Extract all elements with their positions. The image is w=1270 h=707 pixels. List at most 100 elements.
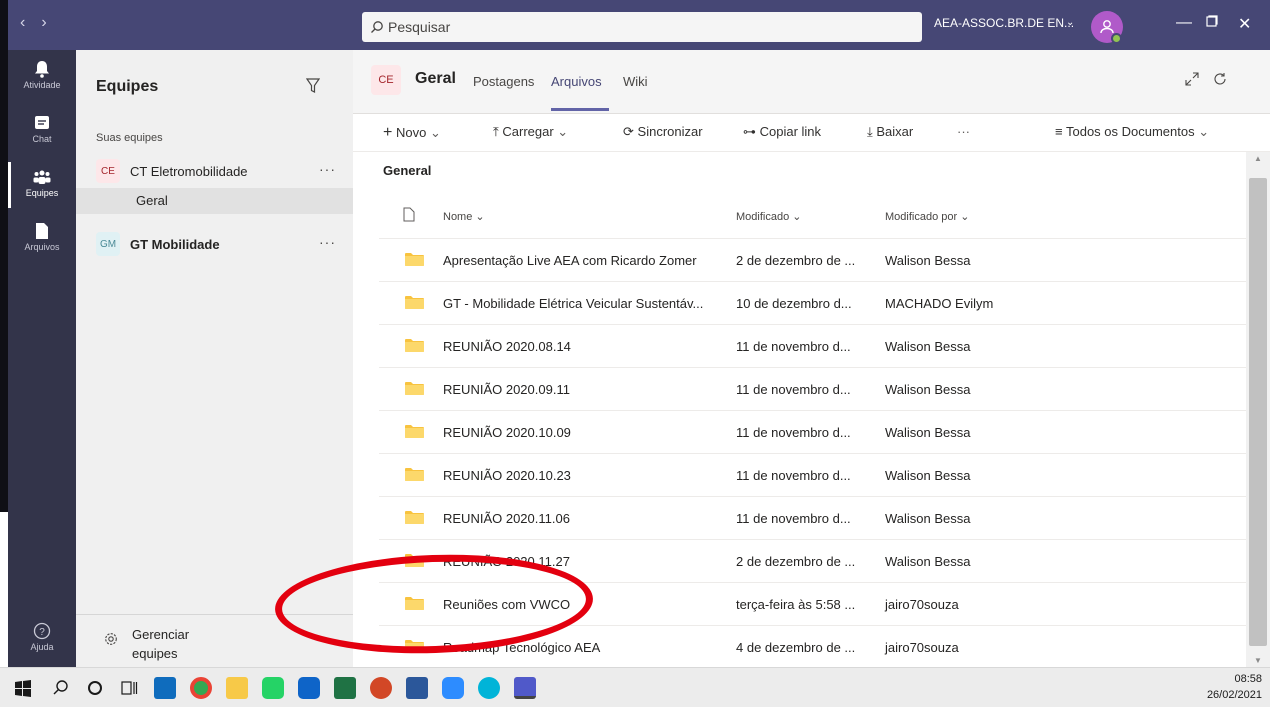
file-modified: 2 de dezembro de ... [736, 253, 856, 268]
file-name[interactable]: REUNIÃO 2020.10.09 [443, 425, 571, 440]
team-item-gt-mobilidade[interactable]: GM GT Mobilidade ··· [96, 230, 353, 258]
table-row[interactable]: REUNIÃO 2020.09.11 11 de novembro d... Wal… [379, 367, 1246, 410]
file-modified: 11 de novembro d... [736, 468, 851, 483]
chevron-down-icon[interactable]: ⌄ [1066, 17, 1074, 28]
file-modified: 4 de dezembro de ... [736, 640, 856, 655]
more-options-icon[interactable]: ··· [319, 234, 336, 250]
appbar-activity[interactable]: Atividade [8, 60, 76, 90]
table-row[interactable]: Reuniões com VWCO terça-feira às 5:58 ...… [379, 582, 1246, 625]
file-name[interactable]: GT - Mobilidade Elétrica Veicular Susten… [443, 296, 703, 311]
teamviewer-icon[interactable] [298, 677, 320, 699]
appbar-help[interactable]: ? Ajuda [8, 622, 76, 652]
breadcrumb[interactable]: General [383, 163, 431, 178]
outlook-icon[interactable] [154, 677, 176, 699]
sync-button[interactable]: ⟳ Sincronizar [623, 124, 703, 140]
copy-link-button[interactable]: ⊶ Copiar link [743, 124, 821, 140]
table-row[interactable]: Roadmap Tecnológico AEA 4 de dezembro de … [379, 625, 1246, 667]
cortana-icon[interactable] [84, 677, 106, 699]
file-name[interactable]: REUNIÃO 2020.11.27 [443, 554, 570, 569]
more-options-icon[interactable]: ··· [319, 161, 336, 177]
whatsapp-icon[interactable] [262, 677, 284, 699]
file-modified-by: Walison Bessa [885, 253, 971, 268]
chrome-icon[interactable] [190, 677, 212, 699]
upload-button[interactable]: ⤒ Carregar ⌄ [493, 124, 568, 140]
table-row[interactable]: REUNIÃO 2020.10.09 11 de novembro d... Wal… [379, 410, 1246, 453]
table-row[interactable]: REUNIÃO 2020.11.27 2 de dezembro de ... Wa… [379, 539, 1246, 582]
search-icon[interactable] [50, 677, 72, 699]
appbar-chat[interactable]: Chat [8, 114, 76, 144]
file-name[interactable]: REUNIÃO 2020.09.11 [443, 382, 570, 397]
teams-taskbar-icon[interactable] [514, 677, 536, 699]
scroll-up-icon[interactable]: ▲ [1254, 154, 1262, 163]
file-name[interactable]: REUNIÃO 2020.08.14 [443, 339, 571, 354]
download-icon: ⤓ [867, 124, 873, 139]
team-name: CT Eletromobilidade [130, 163, 248, 179]
table-row[interactable]: Apresentação Live AEA com Ricardo Zomer 2… [379, 238, 1246, 281]
folder-icon [405, 640, 424, 653]
file-name[interactable]: Reuniões com VWCO [443, 597, 570, 612]
command-bar: + Novo ⌄ ⤒ Carregar ⌄ ⟳ Sincronizar ⊶ Co… [353, 114, 1270, 152]
browser-icon[interactable] [478, 677, 500, 699]
table-row[interactable]: GT - Mobilidade Elétrica Veicular Susten… [379, 281, 1246, 324]
view-label: Todos os Documentos [1065, 124, 1195, 139]
file-modified-by: MACHADO Evilym [885, 296, 994, 311]
powerpoint-icon[interactable] [370, 677, 392, 699]
windows-start-icon[interactable] [12, 677, 34, 699]
history-nav[interactable]: ‹› [20, 14, 63, 32]
manage-teams-button[interactable]: Gerenciar equipes [76, 614, 353, 661]
tenant-switcher[interactable]: AEA-ASSOC.BR.DE EN... [934, 16, 1074, 30]
minimize-icon[interactable]: — [1176, 14, 1192, 32]
scrollbar[interactable]: ▲ ▼ [1246, 152, 1270, 667]
active-tab-indicator [551, 108, 609, 111]
word-icon[interactable] [406, 677, 428, 699]
file-modified-by: jairo70souza [885, 597, 959, 612]
maximize-icon[interactable] [1206, 14, 1218, 32]
file-name[interactable]: REUNIÃO 2020.11.06 [443, 511, 570, 526]
system-clock[interactable]: 08:58 26/02/2021 [1207, 671, 1262, 703]
close-icon[interactable]: ✕ [1238, 14, 1251, 34]
filter-icon[interactable] [306, 78, 320, 94]
task-view-icon[interactable] [118, 677, 140, 699]
file-name[interactable]: Apresentação Live AEA com Ricardo Zomer [443, 253, 697, 268]
column-header-name[interactable]: Nome ⌄ [443, 210, 485, 223]
back-arrow-icon[interactable]: ‹ [20, 14, 41, 31]
appbar-teams[interactable]: Equipes [8, 168, 76, 198]
view-selector[interactable]: ≡ Todos os Documentos ⌄ [1055, 124, 1209, 140]
file-modified-by: Walison Bessa [885, 468, 971, 483]
download-button[interactable]: ⤓ Baixar [867, 124, 913, 140]
clock-time: 08:58 [1234, 673, 1262, 685]
channel-item-geral[interactable]: Geral [76, 188, 353, 214]
sync-label: Sincronizar [637, 124, 703, 139]
scroll-thumb[interactable] [1249, 178, 1267, 646]
excel-icon[interactable] [334, 677, 356, 699]
appbar-files[interactable]: Arquivos [8, 222, 76, 252]
search-input[interactable]: Pesquisar [362, 12, 922, 42]
team-item-ct-eletromobilidade[interactable]: CE CT Eletromobilidade ··· [96, 157, 353, 185]
forward-arrow-icon[interactable]: › [41, 14, 62, 31]
folder-icon [405, 554, 424, 567]
column-header-modified-by[interactable]: Modificado por ⌄ [885, 210, 969, 223]
scroll-down-icon[interactable]: ▼ [1254, 656, 1262, 665]
tab-postagens[interactable]: Postagens [473, 74, 534, 89]
table-row[interactable]: REUNIÃO 2020.11.06 11 de novembro d... Wal… [379, 496, 1246, 539]
more-commands-button[interactable]: ··· [957, 124, 970, 139]
file-modified: 10 de dezembro d... [736, 296, 852, 311]
file-name[interactable]: Roadmap Tecnológico AEA [443, 640, 600, 655]
chat-icon [35, 116, 49, 129]
table-row[interactable]: REUNIÃO 2020.08.14 11 de novembro d... Wal… [379, 324, 1246, 367]
expand-icon[interactable] [1185, 72, 1199, 86]
column-header-modified[interactable]: Modificado ⌄ [736, 210, 801, 223]
tab-wiki[interactable]: Wiki [623, 74, 648, 89]
table-row[interactable]: REUNIÃO 2020.10.23 11 de novembro d... Wal… [379, 453, 1246, 496]
file-modified-by: Walison Bessa [885, 554, 971, 569]
file-name[interactable]: REUNIÃO 2020.10.23 [443, 468, 571, 483]
zoom-icon[interactable] [442, 677, 464, 699]
panel-title: Equipes [96, 78, 159, 95]
new-button[interactable]: + Novo ⌄ [383, 124, 441, 142]
tab-arquivos[interactable]: Arquivos [551, 74, 602, 89]
svg-text:?: ? [39, 627, 45, 638]
file-explorer-icon[interactable] [226, 677, 248, 699]
file-modified-by: Walison Bessa [885, 425, 971, 440]
files-icon [36, 223, 48, 239]
refresh-icon[interactable] [1213, 72, 1227, 86]
